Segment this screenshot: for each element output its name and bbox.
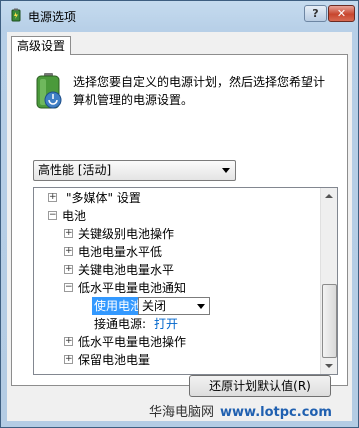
advanced-settings-panel: 选择您要自定义的电源计划，然后选择您希望计算机管理的电源设置。 高性能 [活动]… xyxy=(11,54,348,397)
scroll-up-icon[interactable] xyxy=(321,188,337,204)
power-options-window: 电源选项 ? ✕ 高级设置 选择您要自定义的电源计划，然后选择您希望计算机管理的… xyxy=(0,0,359,428)
tree-item-plugged-in[interactable]: 接通电源: 打开 xyxy=(34,315,320,333)
close-button[interactable]: ✕ xyxy=(328,5,355,22)
tree-label: 电池电量水平低 xyxy=(78,245,163,259)
expand-icon[interactable]: + xyxy=(64,265,73,274)
collapse-icon[interactable]: − xyxy=(48,211,57,220)
dialog-client: 高级设置 选择您要自定义的电源计划，然后选择您希望计算机管理的电源设置。 高性能… xyxy=(7,32,352,421)
tree-item-low-level[interactable]: + 电池电量水平低 xyxy=(34,243,320,261)
battery-power-icon xyxy=(36,73,62,109)
chevron-down-icon xyxy=(222,168,230,173)
tree-item-critical-action[interactable]: + 关键级别电池操作 xyxy=(34,225,320,243)
tree-scrollbar[interactable] xyxy=(320,188,337,374)
watermark-site: 华海电脑网 xyxy=(149,405,215,420)
scroll-down-icon[interactable] xyxy=(321,358,337,374)
tree-item-low-notify[interactable]: − 低水平电量电池通知 xyxy=(34,279,320,297)
watermark: 华海电脑网 www.lotpc.com xyxy=(149,401,332,420)
tree-label: 低水平电量电池操作 xyxy=(78,335,187,349)
expand-icon[interactable]: + xyxy=(64,355,73,364)
tree-label: 电池 xyxy=(62,209,87,223)
tree-label: 关键级别电池操作 xyxy=(78,227,175,241)
on-battery-label: 使用电池: xyxy=(92,297,142,315)
watermark-url: www.lotpc.com xyxy=(220,405,332,420)
description-text: 选择您要自定义的电源计划，然后选择您希望计算机管理的电源设置。 xyxy=(73,75,326,107)
power-options-icon xyxy=(11,8,21,22)
tree-label: "多媒体" 设置 xyxy=(66,191,141,205)
expand-icon[interactable]: + xyxy=(48,193,57,202)
power-plan-select[interactable]: 高性能 [活动] xyxy=(33,160,236,181)
on-battery-value: 关闭 xyxy=(142,299,167,313)
tree-item-battery[interactable]: − 电池 xyxy=(34,207,320,225)
scroll-thumb[interactable] xyxy=(322,284,337,358)
tree-item-multimedia[interactable]: + "多媒体" 设置 xyxy=(34,189,320,207)
plugged-in-value[interactable]: 打开 xyxy=(154,315,178,333)
power-plan-value: 高性能 [活动] xyxy=(38,163,112,177)
collapse-icon[interactable]: − xyxy=(64,283,73,292)
on-battery-select[interactable]: 关闭 xyxy=(138,297,210,315)
expand-icon[interactable]: + xyxy=(64,247,73,256)
chevron-down-icon xyxy=(197,304,205,309)
title-bar[interactable]: 电源选项 ? ✕ xyxy=(1,1,358,29)
expand-icon[interactable]: + xyxy=(64,229,73,238)
tree-label: 低水平电量电池通知 xyxy=(78,281,187,295)
tree-label: 关键电池电量水平 xyxy=(78,263,175,277)
restore-defaults-button[interactable]: 还原计划默认值(R) xyxy=(189,375,331,397)
tree-item-critical-level[interactable]: + 关键电池电量水平 xyxy=(34,261,320,279)
plugged-in-label: 接通电源: xyxy=(94,317,147,331)
help-button[interactable]: ? xyxy=(304,5,327,22)
window-title: 电源选项 xyxy=(28,10,77,24)
tab-advanced-settings[interactable]: 高级设置 xyxy=(11,36,71,55)
tree-item-reserve-level[interactable]: + 保留电池电量 xyxy=(34,351,320,369)
tree-item-low-action[interactable]: + 低水平电量电池操作 xyxy=(34,333,320,351)
settings-tree[interactable]: + "多媒体" 设置 − 电池 + 关键级别电池操作 + 电池电量水平低 + 关… xyxy=(33,187,338,375)
tree-label: 保留电池电量 xyxy=(78,353,151,367)
expand-icon[interactable]: + xyxy=(64,337,73,346)
